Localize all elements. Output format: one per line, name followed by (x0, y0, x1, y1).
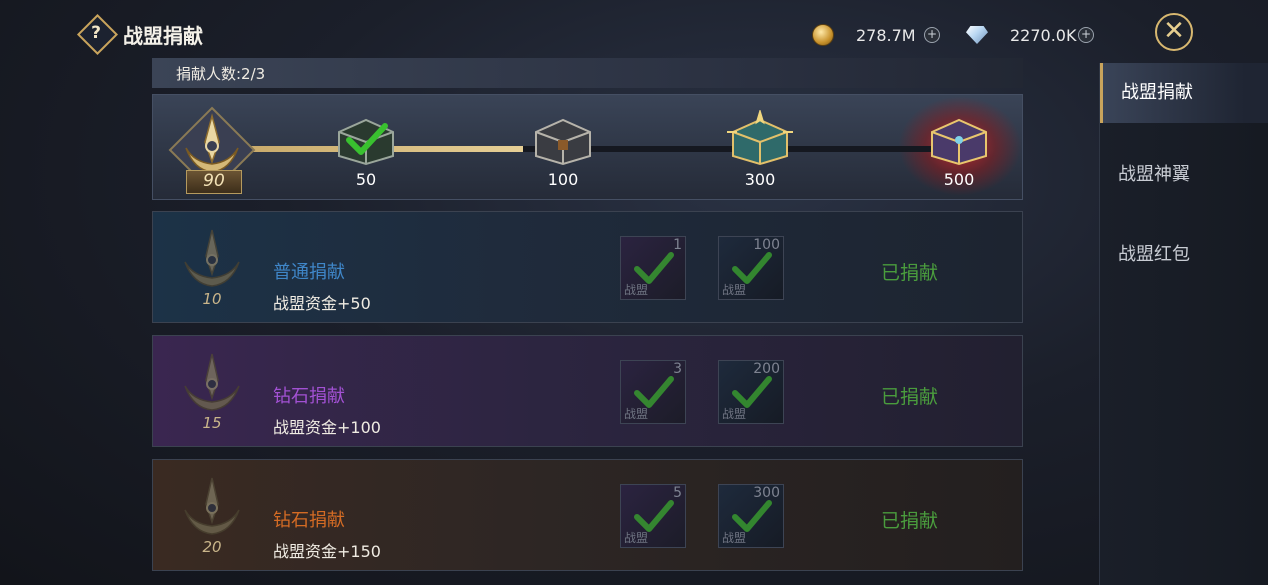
add-gold-button[interactable]: + (924, 27, 940, 43)
milestone-300[interactable]: 300 (725, 108, 795, 190)
reward-item[interactable]: 5 战盟 (620, 484, 686, 548)
diamond-currency: 2270.0K + (966, 24, 1094, 46)
gold-amount: 278.7M (856, 25, 916, 45)
row-level: 20 (202, 538, 222, 556)
donated-status: 已捐献 (881, 386, 939, 408)
donation-row-diamond-1: 15 钻石捐献 战盟资金+100 3 战盟 200 战盟 已捐献 (152, 335, 1023, 447)
reward-label: 战盟 (722, 531, 747, 545)
gold-coin-icon (812, 24, 834, 46)
reward-count: 100 (753, 237, 780, 253)
donor-count-bar: 捐献人数:2/3 (152, 58, 1023, 88)
reward-count: 200 (753, 361, 780, 377)
add-diamond-button[interactable]: + (1078, 27, 1094, 43)
reward-label: 战盟 (624, 407, 649, 421)
milestone-value: 100 (547, 170, 579, 189)
reward-item[interactable]: 300 战盟 (718, 484, 784, 548)
reward-label: 战盟 (722, 283, 747, 297)
reward-item[interactable]: 100 战盟 (718, 236, 784, 300)
row-level: 10 (202, 290, 222, 308)
milestone-500[interactable]: 500 (924, 110, 994, 190)
donated-status: 已捐献 (881, 262, 939, 284)
help-button[interactable]: ? (76, 13, 119, 56)
reward-count: 300 (753, 485, 780, 501)
donation-row-diamond-2: 20 钻石捐献 战盟资金+150 5 战盟 300 战盟 已捐献 (152, 459, 1023, 571)
row-reward-text: 战盟资金+150 (273, 542, 381, 561)
row-level: 15 (202, 414, 222, 432)
donor-count: 捐献人数:2/3 (176, 65, 266, 83)
diamond-amount: 2270.0K (1010, 25, 1077, 45)
row-title: 钻石捐献 (273, 386, 345, 407)
reward-count: 5 (673, 485, 682, 501)
chest-icon (931, 118, 987, 166)
gold-currency: 278.7M + (812, 24, 940, 46)
reward-label: 战盟 (624, 531, 649, 545)
chest-icon (338, 118, 394, 166)
reward-label: 战盟 (722, 407, 747, 421)
milestone-value: 50 (355, 170, 377, 189)
reward-count: 1 (673, 237, 682, 253)
row-reward-text: 战盟资金+50 (273, 294, 371, 313)
chest-icon (535, 118, 591, 166)
milestone-100[interactable]: 100 (528, 110, 598, 190)
diamond-icon (966, 26, 988, 44)
reward-label: 战盟 (624, 283, 649, 297)
row-title: 钻石捐献 (273, 510, 345, 531)
milestone-value: 300 (744, 170, 776, 189)
donated-status: 已捐献 (881, 510, 939, 532)
page-title: 战盟捐献 (123, 24, 203, 48)
chest-icon (727, 108, 793, 166)
milestone-value: 500 (943, 170, 975, 189)
tab-alliance-red-packet[interactable]: 战盟红包 (1100, 225, 1268, 285)
question-icon: ? (91, 23, 101, 43)
reward-item[interactable]: 1 战盟 (620, 236, 686, 300)
reward-count: 3 (673, 361, 682, 377)
reward-item[interactable]: 3 战盟 (620, 360, 686, 424)
side-nav: 战盟捐献 战盟神翼 战盟红包 (1099, 63, 1268, 585)
close-button[interactable]: ✕ (1155, 13, 1193, 51)
donation-row-normal: 10 普通捐献 战盟资金+50 1 战盟 100 战盟 已捐献 (152, 211, 1023, 323)
milestone-50[interactable]: 50 (331, 110, 401, 190)
tab-alliance-wings[interactable]: 战盟神翼 (1100, 145, 1268, 205)
current-points: 90 (186, 170, 242, 194)
row-title: 普通捐献 (273, 262, 345, 283)
tab-alliance-donation[interactable]: 战盟捐献 (1100, 63, 1268, 123)
reward-item[interactable]: 200 战盟 (718, 360, 784, 424)
row-reward-text: 战盟资金+100 (273, 418, 381, 437)
